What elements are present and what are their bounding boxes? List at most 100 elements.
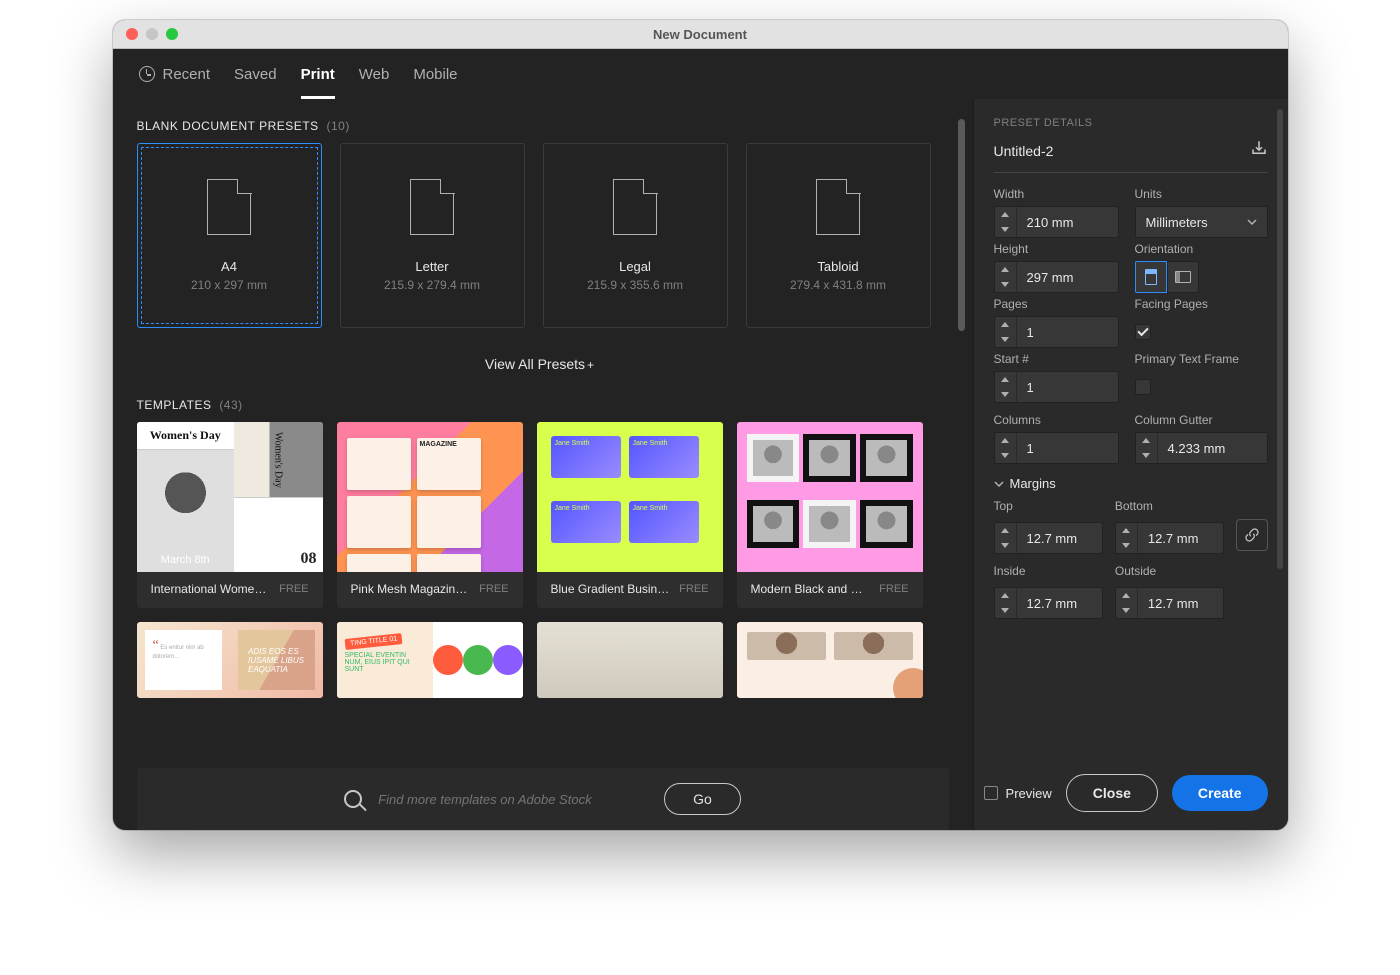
margin-bottom-value[interactable]: 12.7 mm — [1138, 523, 1223, 553]
margin-outside-value[interactable]: 12.7 mm — [1138, 588, 1223, 618]
width-value[interactable]: 210 mm — [1017, 207, 1118, 237]
step-down-icon[interactable] — [1116, 538, 1137, 553]
scrollbar-thumb[interactable] — [958, 119, 965, 331]
units-select[interactable]: Millimeters — [1135, 206, 1268, 238]
margin-outside-stepper[interactable]: 12.7 mm — [1115, 587, 1224, 619]
height-stepper[interactable]: 297 mm — [994, 261, 1119, 293]
margin-top-stepper[interactable]: 12.7 mm — [994, 522, 1103, 554]
margin-inside-value[interactable]: 12.7 mm — [1017, 588, 1102, 618]
primary-text-frame-checkbox[interactable] — [1135, 379, 1151, 395]
close-window-icon[interactable] — [126, 28, 138, 40]
step-up-icon[interactable] — [995, 317, 1016, 332]
preset-letter[interactable]: Letter 215.9 x 279.4 mm — [340, 143, 525, 328]
pages-stepper[interactable]: 1 — [994, 316, 1119, 348]
columns-value[interactable]: 1 — [1017, 433, 1118, 463]
step-up-icon[interactable] — [995, 523, 1016, 538]
minimize-window-icon[interactable] — [146, 28, 158, 40]
column-gutter-value[interactable]: 4.233 mm — [1158, 433, 1267, 463]
step-down-icon[interactable] — [1116, 603, 1137, 618]
tab-web[interactable]: Web — [359, 49, 390, 99]
scrollbar[interactable] — [958, 119, 965, 648]
main-panel: BLANK DOCUMENT PRESETS (10) A4 210 x 297… — [113, 99, 973, 830]
template-price: FREE — [479, 583, 508, 595]
units-label: Units — [1135, 187, 1268, 201]
tab-print[interactable]: Print — [301, 49, 335, 99]
zoom-window-icon[interactable] — [166, 28, 178, 40]
template-grid: Women's Day March 8th Women's Day Intern… — [137, 422, 943, 698]
document-name[interactable]: Untitled-2 — [994, 143, 1054, 159]
page-icon — [207, 179, 251, 235]
preview-checkbox[interactable] — [984, 786, 998, 800]
width-stepper[interactable]: 210 mm — [994, 206, 1119, 238]
window-controls — [113, 28, 178, 40]
step-up-icon[interactable] — [995, 588, 1016, 603]
height-value[interactable]: 297 mm — [1017, 262, 1118, 292]
step-up-icon[interactable] — [1116, 523, 1137, 538]
step-up-icon[interactable] — [1136, 433, 1157, 448]
start-number-stepper[interactable]: 1 — [994, 371, 1119, 403]
template-price: FREE — [279, 583, 308, 595]
stock-search-input[interactable] — [376, 791, 636, 808]
template-card[interactable] — [737, 622, 923, 698]
orientation-label: Orientation — [1135, 242, 1268, 256]
template-thumbnail: TING TITLE 01SPECIAL EVENTIN NUM, EIUS I… — [337, 622, 523, 698]
primary-text-frame-label: Primary Text Frame — [1135, 352, 1268, 366]
sidebar-scrollbar[interactable] — [1277, 109, 1283, 569]
template-name: Pink Mesh Magazine… — [351, 582, 471, 596]
facing-pages-checkbox[interactable] — [1135, 324, 1151, 340]
template-card[interactable] — [537, 622, 723, 698]
clock-icon — [139, 66, 155, 82]
save-preset-icon[interactable] — [1250, 139, 1268, 162]
step-down-icon[interactable] — [995, 603, 1016, 618]
orientation-portrait-button[interactable] — [1135, 261, 1167, 293]
preset-a4[interactable]: A4 210 x 297 mm — [137, 143, 322, 328]
step-up-icon[interactable] — [995, 433, 1016, 448]
portrait-icon — [1145, 269, 1157, 285]
template-card[interactable]: Pink Mesh Magazine… FREE — [337, 422, 523, 608]
template-card[interactable]: Women's Day March 8th Women's Day Intern… — [137, 422, 323, 608]
margin-top-value[interactable]: 12.7 mm — [1017, 523, 1102, 553]
step-down-icon[interactable] — [995, 387, 1016, 402]
margin-inside-stepper[interactable]: 12.7 mm — [994, 587, 1103, 619]
margins-toggle[interactable]: Margins — [994, 476, 1268, 491]
close-button[interactable]: Close — [1066, 774, 1158, 812]
preset-tabloid[interactable]: Tabloid 279.4 x 431.8 mm — [746, 143, 931, 328]
stock-go-button[interactable]: Go — [664, 783, 741, 815]
chevron-down-icon — [1247, 219, 1257, 225]
start-number-label: Start # — [994, 352, 1119, 366]
orientation-landscape-button[interactable] — [1167, 261, 1199, 293]
link-margins-button[interactable] — [1236, 519, 1267, 551]
page-icon — [613, 179, 657, 235]
template-card[interactable]: Jane Smith Jane Smith Jane Smith Jane Sm… — [537, 422, 723, 608]
step-down-icon[interactable] — [995, 538, 1016, 553]
tab-saved[interactable]: Saved — [234, 49, 277, 99]
height-label: Height — [994, 242, 1119, 256]
step-up-icon[interactable] — [1116, 588, 1137, 603]
columns-stepper[interactable]: 1 — [994, 432, 1119, 464]
view-all-presets-link[interactable]: View All Presets+ — [137, 356, 943, 372]
tab-recent[interactable]: Recent — [139, 49, 211, 99]
create-button[interactable]: Create — [1172, 775, 1268, 811]
preset-legal[interactable]: Legal 215.9 x 355.6 mm — [543, 143, 728, 328]
chevron-down-icon — [994, 481, 1004, 487]
template-thumbnail: “ Es enitur nim ab dolorem… ADIS EOS ESI… — [137, 622, 323, 698]
step-down-icon[interactable] — [995, 277, 1016, 292]
start-number-value[interactable]: 1 — [1017, 372, 1118, 402]
step-down-icon[interactable] — [995, 332, 1016, 347]
step-down-icon[interactable] — [1136, 448, 1157, 463]
step-down-icon[interactable] — [995, 222, 1016, 237]
step-down-icon[interactable] — [995, 448, 1016, 463]
column-gutter-stepper[interactable]: 4.233 mm — [1135, 432, 1268, 464]
category-tabs: Recent Saved Print Web Mobile — [113, 49, 1288, 99]
preview-toggle[interactable]: Preview — [984, 786, 1052, 801]
step-up-icon[interactable] — [995, 372, 1016, 387]
template-card[interactable]: Modern Black and W… FREE — [737, 422, 923, 608]
template-card[interactable]: TING TITLE 01SPECIAL EVENTIN NUM, EIUS I… — [337, 622, 523, 698]
step-up-icon[interactable] — [995, 262, 1016, 277]
pages-value[interactable]: 1 — [1017, 317, 1118, 347]
margin-bottom-stepper[interactable]: 12.7 mm — [1115, 522, 1224, 554]
tab-mobile[interactable]: Mobile — [413, 49, 457, 99]
page-icon — [816, 179, 860, 235]
step-up-icon[interactable] — [995, 207, 1016, 222]
template-card[interactable]: “ Es enitur nim ab dolorem… ADIS EOS ESI… — [137, 622, 323, 698]
